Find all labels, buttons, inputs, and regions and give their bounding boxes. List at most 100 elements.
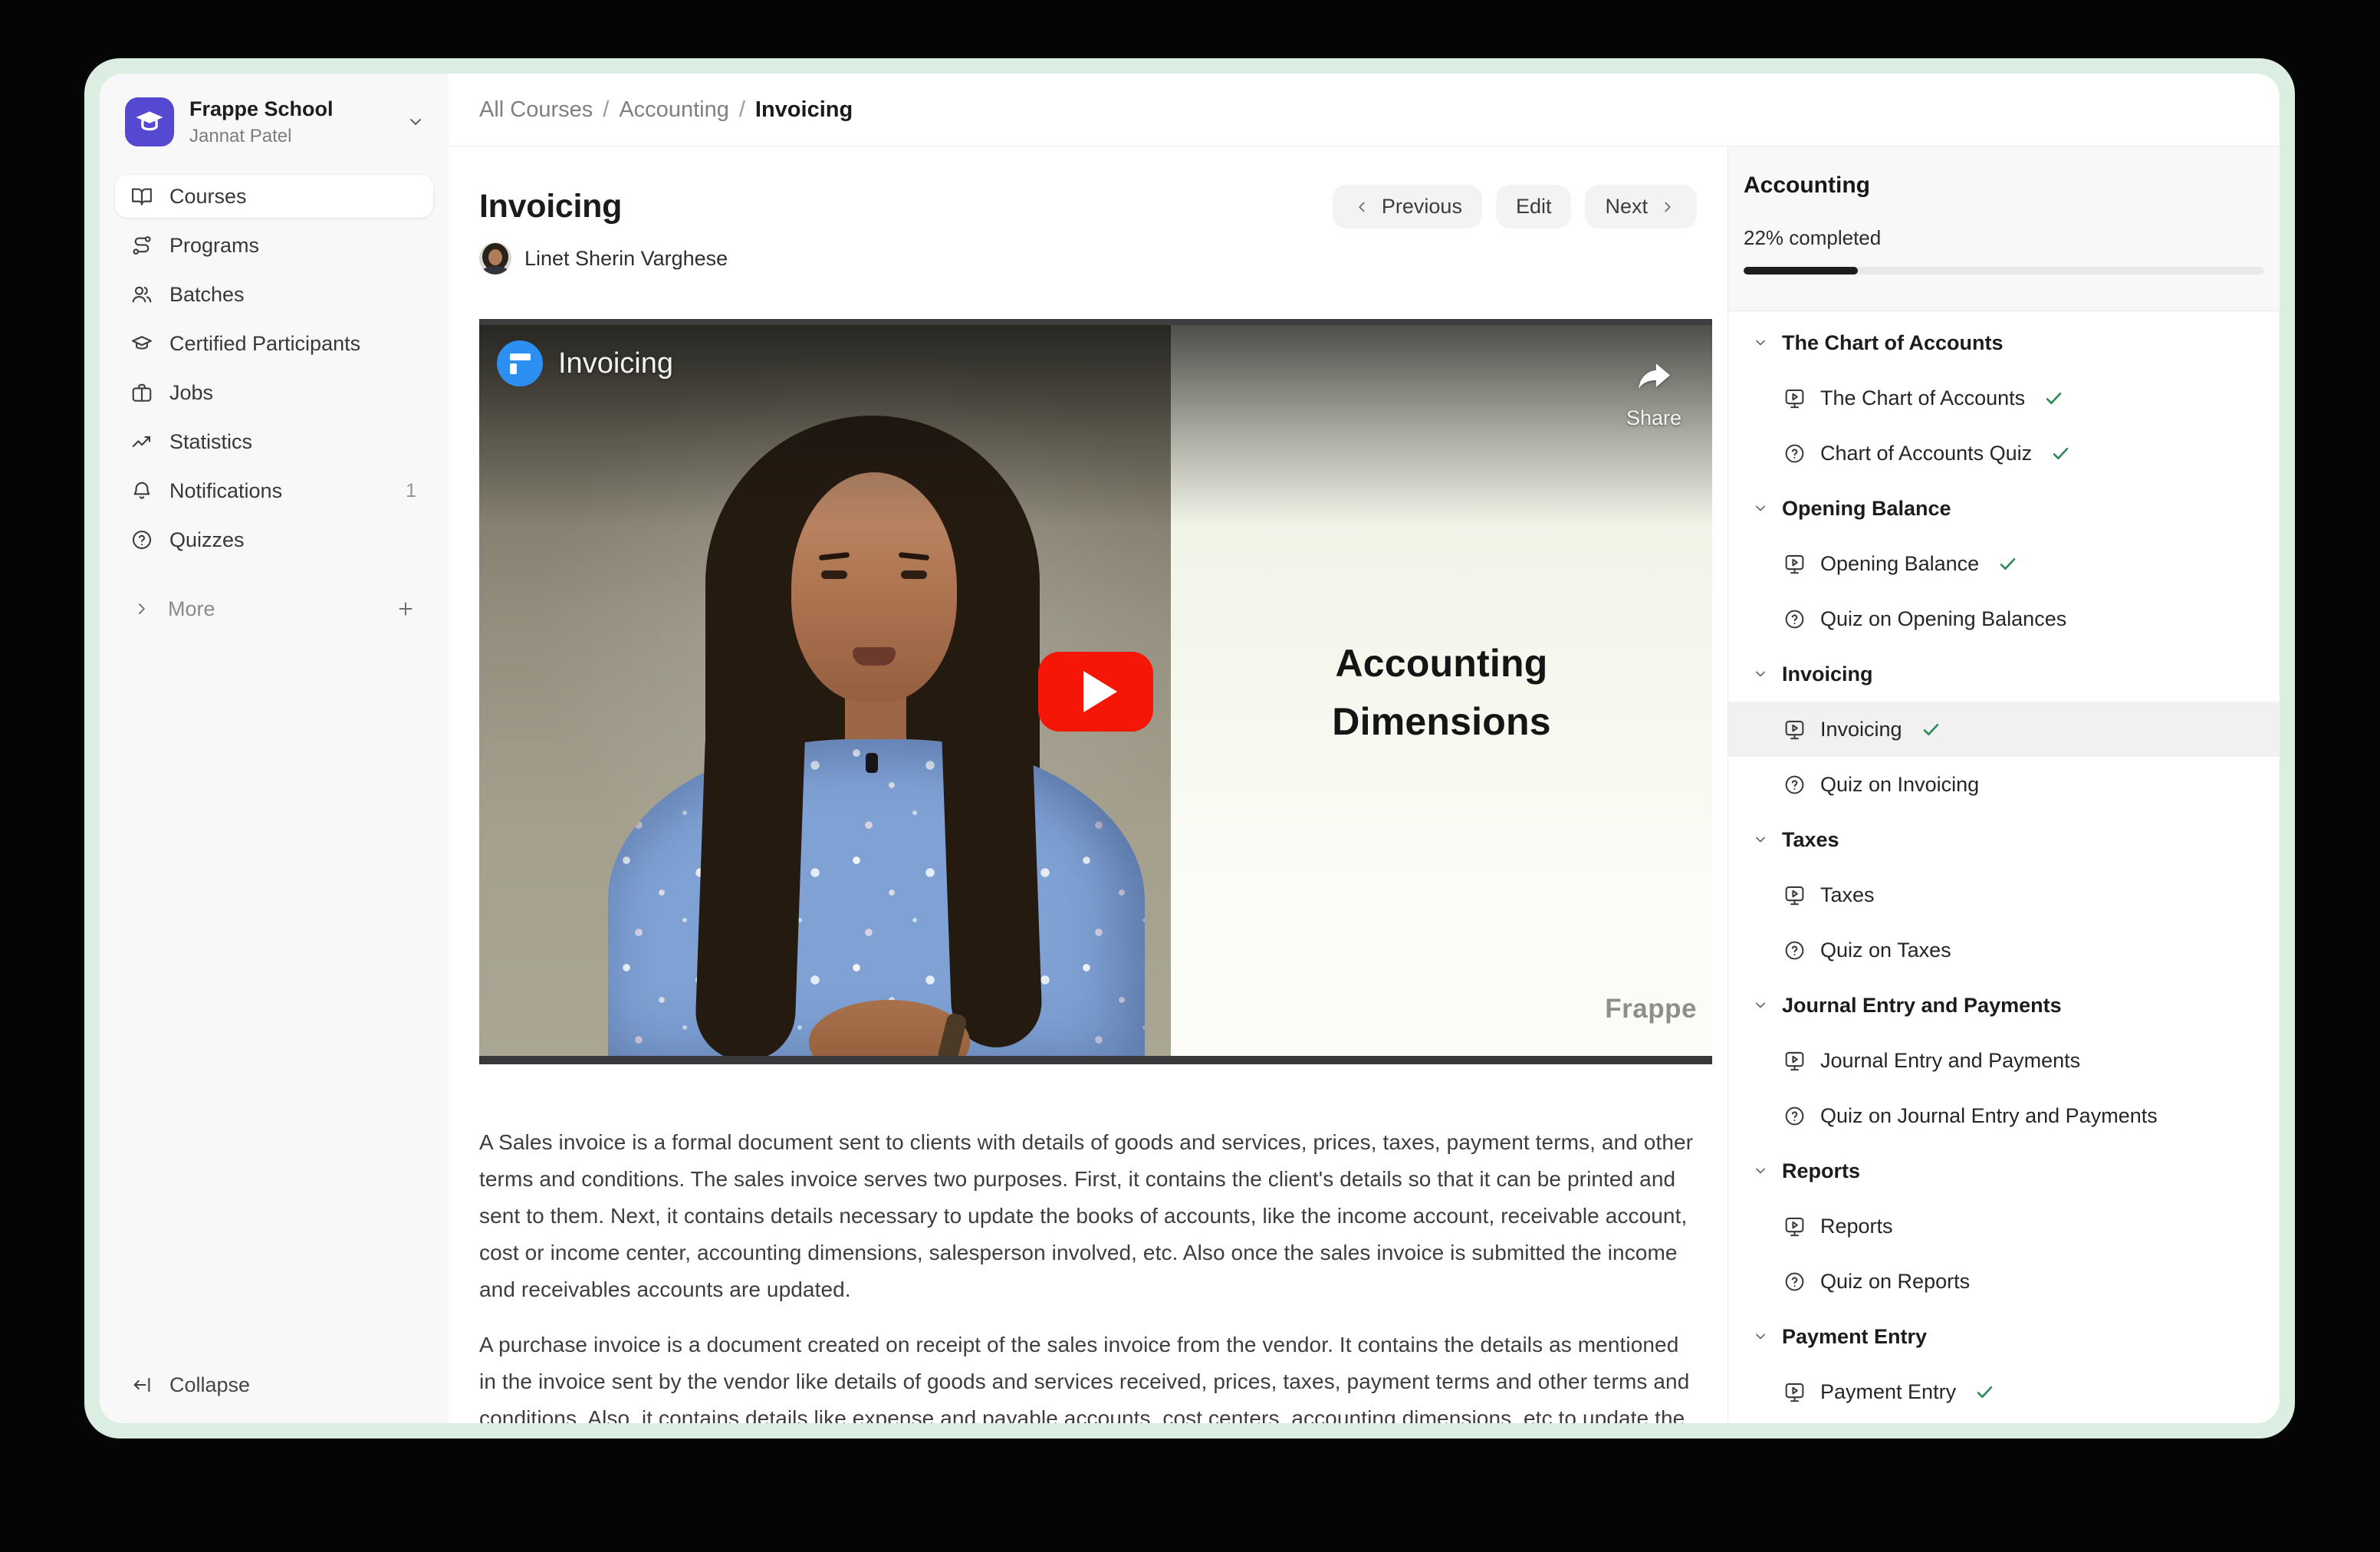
help-circle-icon [130, 528, 153, 551]
video-lesson-icon [1783, 1049, 1806, 1073]
video-lesson-icon [1783, 386, 1806, 410]
chevron-down-icon [1752, 334, 1769, 351]
breadcrumb-separator: / [603, 97, 609, 123]
video-top-bar [479, 319, 1712, 325]
outline-item-quiz-on-invoicing[interactable]: Quiz on Invoicing [1728, 757, 2280, 812]
outline-item-reports[interactable]: Reports [1728, 1199, 2280, 1254]
progress-bar-fill [1744, 267, 1858, 275]
outline-item-quiz-on-opening-balances[interactable]: Quiz on Opening Balances [1728, 591, 2280, 646]
outline-item-label: Quiz on Opening Balances [1820, 607, 2066, 631]
video-lesson-icon [1783, 883, 1806, 907]
author-avatar [479, 242, 511, 275]
course-outline-sidebar: Accounting 22% completed The Chart of Ac… [1727, 146, 2280, 1423]
author-name: Linet Sherin Varghese [524, 247, 728, 271]
plus-icon[interactable] [395, 598, 416, 620]
sidebar-item-courses[interactable]: Courses [115, 175, 433, 218]
video-bottom-bar [479, 1056, 1712, 1064]
outline-item-taxes[interactable]: Taxes [1728, 867, 2280, 922]
chevron-down-icon[interactable] [406, 112, 426, 132]
share-label: Share [1626, 406, 1681, 430]
outline-section-label: The Chart of Accounts [1782, 331, 2004, 355]
frappe-video-logo[interactable] [497, 340, 543, 386]
page-title: Invoicing [479, 188, 622, 225]
sidebar-item-notifications[interactable]: Notifications 1 [115, 469, 433, 512]
lesson-text: A Sales invoice is a formal document sen… [479, 1124, 1712, 1423]
sidebar-item-certified-participants[interactable]: Certified Participants [115, 322, 433, 365]
outline-item-label: Quiz on Invoicing [1820, 773, 1979, 797]
outline-item-chart-of-accounts-quiz[interactable]: Chart of Accounts Quiz [1728, 426, 2280, 481]
outline-section-the-chart-of-accounts[interactable]: The Chart of Accounts [1728, 315, 2280, 370]
outline-section-reports[interactable]: Reports [1728, 1143, 2280, 1199]
outline-section-label: Payment Entry [1782, 1325, 1927, 1349]
frappe-watermark: Frappe [1605, 994, 1697, 1024]
outline-item-quiz-on-reports[interactable]: Quiz on Reports [1728, 1254, 2280, 1309]
check-icon [1974, 1382, 1995, 1402]
video-lesson-icon [1783, 1380, 1806, 1404]
chevron-down-icon [1752, 1328, 1769, 1345]
breadcrumb-bar: All Courses/Accounting/Invoicing [449, 74, 2280, 146]
share-icon [1632, 356, 1675, 399]
outline-item-the-chart-of-accounts[interactable]: The Chart of Accounts [1728, 370, 2280, 426]
check-icon [2043, 388, 2064, 409]
users-icon [130, 283, 153, 306]
outline-section-taxes[interactable]: Taxes [1728, 812, 2280, 867]
edit-label: Edit [1516, 195, 1552, 219]
chevron-down-icon [1752, 1162, 1769, 1179]
breadcrumb-link-accounting[interactable]: Accounting [619, 97, 729, 123]
graduation-cap-icon [133, 106, 166, 138]
chevron-down-icon [1752, 831, 1769, 848]
outline-item-payment-entry[interactable]: Payment Entry [1728, 1364, 2280, 1419]
chevron-down-icon [1752, 997, 1769, 1014]
video-lesson-icon [1783, 552, 1806, 576]
outline-item-quiz-on-taxes[interactable]: Quiz on Taxes [1728, 922, 2280, 978]
check-icon [1921, 719, 1941, 740]
video-player[interactable]: Accounting Dimensions Frappe Invoicing [479, 319, 1712, 1064]
play-button[interactable] [1038, 652, 1153, 732]
more-label: More [168, 597, 215, 621]
next-button[interactable]: Next [1585, 185, 1697, 229]
sidebar-item-programs[interactable]: Programs [115, 224, 433, 267]
sidebar-item-jobs[interactable]: Jobs [115, 371, 433, 414]
outline-item-quiz-on-journal-entry-and-payments[interactable]: Quiz on Journal Entry and Payments [1728, 1088, 2280, 1143]
progress-label: 22% completed [1744, 226, 2264, 250]
outline-item-label: Taxes [1820, 883, 1875, 907]
course-title: Accounting [1744, 173, 2264, 199]
lesson-paragraph: A purchase invoice is a document created… [479, 1327, 1698, 1423]
breadcrumb-link-all-courses[interactable]: All Courses [479, 97, 593, 123]
outline-item-label: Quiz on Journal Entry and Payments [1820, 1104, 2158, 1128]
quiz-icon [1783, 773, 1806, 797]
sidebar-item-statistics[interactable]: Statistics [115, 420, 433, 463]
sidebar-item-batches[interactable]: Batches [115, 273, 433, 316]
check-icon [1997, 554, 2018, 574]
outline-item-opening-balance[interactable]: Opening Balance [1728, 536, 2280, 591]
outline-section-invoicing[interactable]: Invoicing [1728, 646, 2280, 702]
collapse-sidebar-button[interactable]: Collapse [130, 1363, 250, 1406]
edit-button[interactable]: Edit [1496, 185, 1572, 229]
left-sidebar: Frappe School Jannat Patel Courses Progr… [100, 74, 449, 1423]
app-window: Frappe School Jannat Patel Courses Progr… [84, 58, 2295, 1439]
previous-button[interactable]: Previous [1333, 185, 1482, 229]
workspace-switcher[interactable]: Frappe School Jannat Patel [125, 97, 433, 147]
briefcase-icon [130, 381, 153, 404]
outline-section-opening-balance[interactable]: Opening Balance [1728, 481, 2280, 536]
bell-icon [130, 479, 153, 502]
outline-section-payment-entry[interactable]: Payment Entry [1728, 1309, 2280, 1364]
video-slide: Accounting Dimensions Frappe [1171, 319, 1712, 1064]
video-title[interactable]: Invoicing [558, 347, 673, 380]
sidebar-item-quizzes[interactable]: Quizzes [115, 518, 433, 561]
outline-section-journal-entry-and-payments[interactable]: Journal Entry and Payments [1728, 978, 2280, 1033]
share-button[interactable]: Share [1626, 356, 1681, 430]
outline-section-label: Opening Balance [1782, 497, 1951, 521]
outline-item-invoicing[interactable]: Invoicing [1728, 702, 2280, 757]
lesson-content: Invoicing Previous Edit Next [449, 146, 1727, 1423]
breadcrumb-separator: / [739, 97, 745, 123]
sidebar-item-more[interactable]: More [115, 587, 433, 630]
content-row: Invoicing Previous Edit Next [449, 146, 2280, 1423]
workspace-text: Frappe School Jannat Patel [189, 97, 334, 147]
outline-section-label: Journal Entry and Payments [1782, 994, 2062, 1018]
slide-title: Accounting Dimensions [1171, 634, 1712, 751]
outline-item-journal-entry-and-payments[interactable]: Journal Entry and Payments [1728, 1033, 2280, 1088]
trending-up-icon [130, 430, 153, 453]
quiz-icon [1783, 939, 1806, 962]
outline-section-label: Invoicing [1782, 663, 1873, 686]
